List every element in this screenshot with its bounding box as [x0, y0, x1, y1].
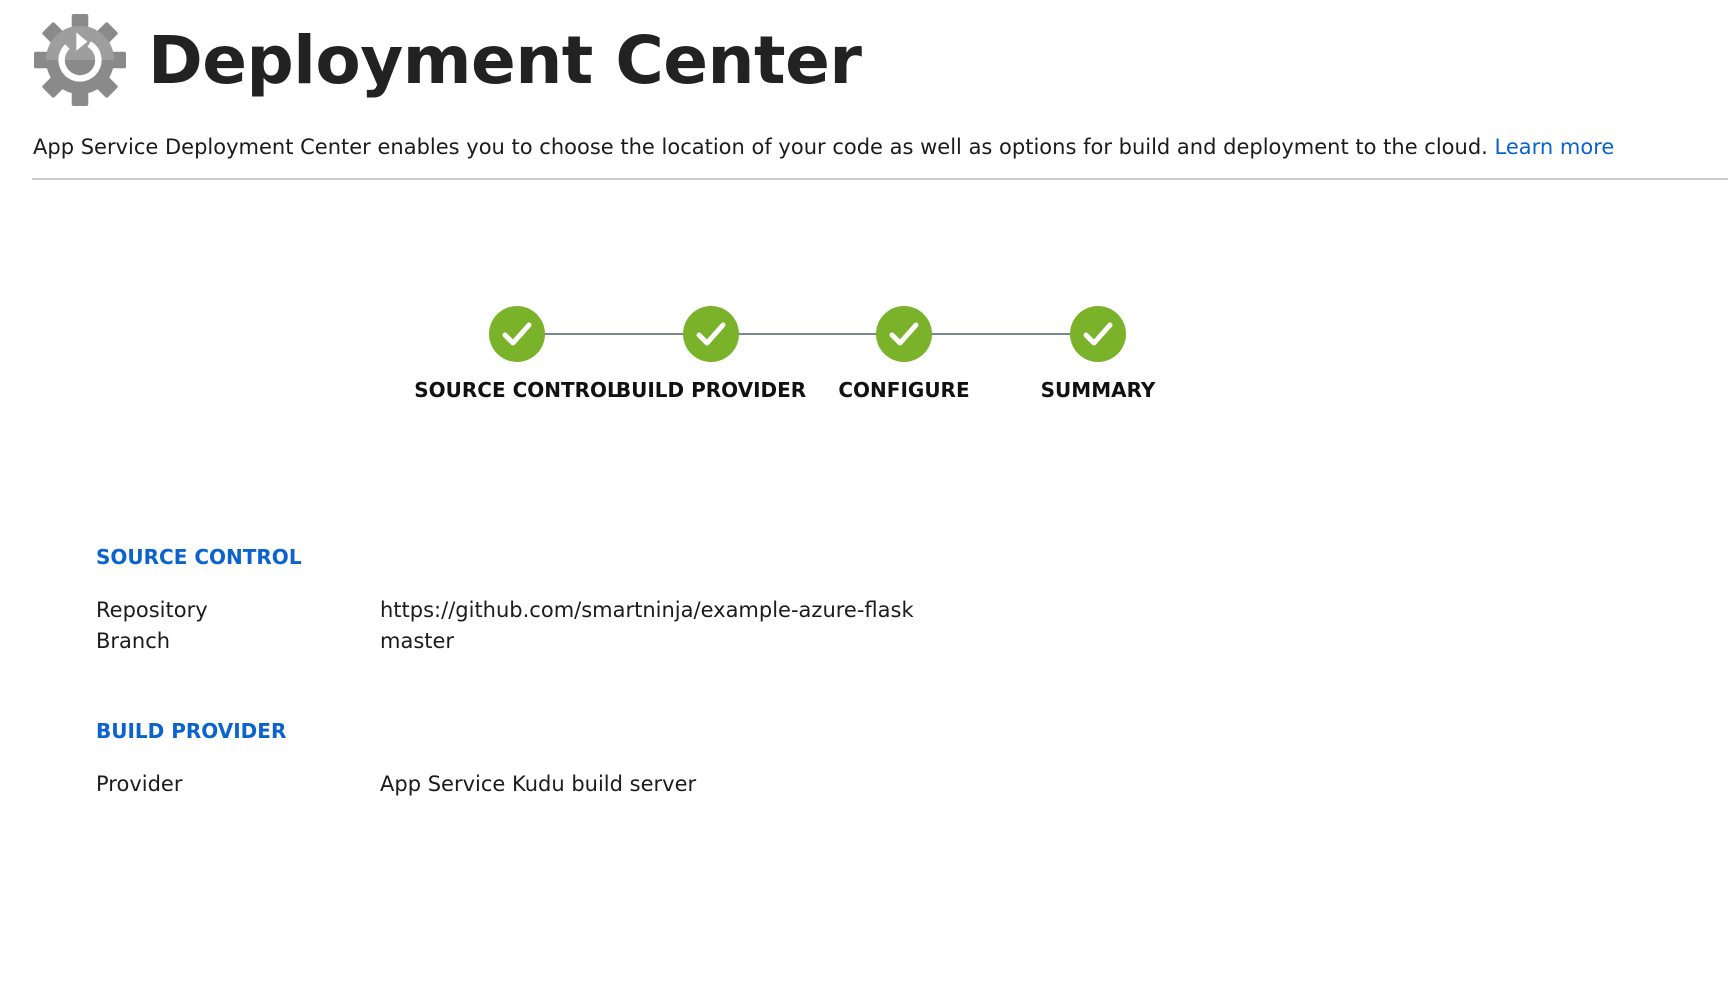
checkmark-icon	[502, 322, 532, 346]
section-title-build-provider: BUILD PROVIDER	[96, 719, 287, 743]
repository-value: https://github.com/smartninja/example-az…	[380, 598, 914, 622]
step-configure-check[interactable]	[876, 306, 932, 362]
checkmark-icon	[889, 322, 919, 346]
step-build-provider-check[interactable]	[683, 306, 739, 362]
wizard-stepper: SOURCE CONTROL BUILD PROVIDER CONFIGURE …	[0, 0, 1728, 420]
step-connector	[738, 333, 877, 335]
step-connector	[931, 333, 1071, 335]
branch-label: Branch	[96, 629, 171, 653]
branch-value: master	[380, 629, 455, 653]
checkmark-icon	[696, 322, 726, 346]
step-label-summary[interactable]: SUMMARY	[978, 378, 1218, 402]
step-connector	[544, 333, 684, 335]
provider-value: App Service Kudu build server	[380, 772, 697, 796]
step-summary-check[interactable]	[1070, 306, 1126, 362]
checkmark-icon	[1083, 322, 1113, 346]
provider-label: Provider	[96, 772, 183, 796]
repository-label: Repository	[96, 598, 208, 622]
step-source-control-check[interactable]	[489, 306, 545, 362]
section-title-source-control: SOURCE CONTROL	[96, 545, 302, 569]
